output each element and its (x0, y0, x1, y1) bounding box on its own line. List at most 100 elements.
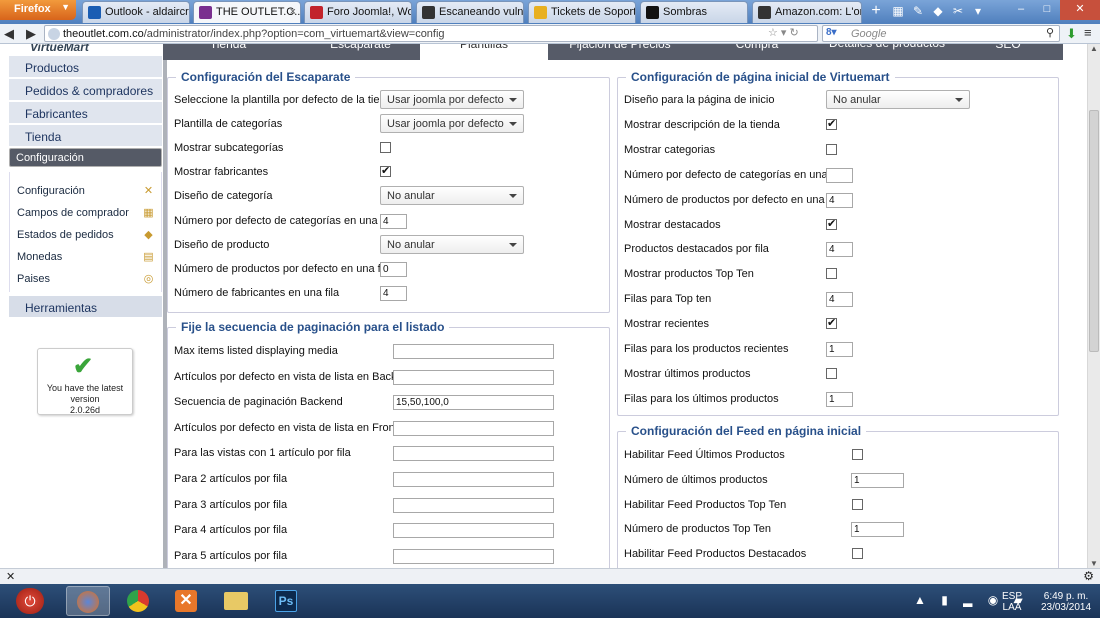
feed-input[interactable]: 1 (851, 522, 904, 538)
sidebar-item-fabricantes[interactable]: Fabricantes (9, 102, 162, 124)
submenu-item-paises[interactable]: Paises ◎ (9, 268, 162, 290)
inicio-checkbox[interactable]: ✔ (826, 218, 837, 230)
sidebar-item-productos[interactable]: Productos (9, 56, 162, 78)
browser-tab[interactable]: Escaneando vulner... (416, 1, 524, 23)
paginacion-input[interactable] (393, 369, 554, 385)
escaparate-select[interactable]: Usar joomla por defecto (380, 114, 524, 133)
escaparate-input[interactable]: 0 (380, 262, 407, 277)
back-arrow-icon[interactable]: ◀ (4, 26, 14, 42)
scrollbar-thumb[interactable] (1089, 110, 1099, 352)
firefox-menu-button[interactable]: Firefox ▼ (0, 0, 76, 20)
vertical-scrollbar[interactable]: ▲ ▼ (1087, 44, 1100, 568)
escaparate-checkbox[interactable]: ✔ (380, 166, 391, 177)
google-icon[interactable]: 8▾ (826, 27, 846, 40)
inicio-checkbox[interactable] (826, 268, 837, 280)
browser-tab[interactable]: Sombras (640, 1, 748, 23)
addon-4-icon[interactable]: ▾ (970, 4, 986, 20)
tab-seo[interactable]: SEO (953, 44, 1063, 60)
search-icon[interactable]: ⚲ (1046, 26, 1054, 39)
inicio-input[interactable]: 1 (826, 391, 853, 407)
escaparate-select[interactable]: No anular (380, 186, 524, 205)
feed-input[interactable]: 1 (851, 472, 904, 488)
photoshop-icon[interactable]: Ps (264, 586, 308, 616)
tab-plantillas[interactable]: Plantillas (420, 44, 548, 60)
firefox-icon[interactable] (66, 586, 110, 616)
sidebar-item-herramientas[interactable]: Herramientas (9, 296, 162, 318)
submenu-item-campos-de-comprador[interactable]: Campos de comprador ▦ (9, 202, 162, 224)
paginacion-input[interactable]: 15,50,100,0 (393, 395, 554, 411)
explorer-icon[interactable] (214, 586, 258, 616)
browser-tab[interactable]: Amazon.com: L'ore... (752, 1, 862, 23)
download-icon[interactable]: ⬇ (1066, 26, 1077, 42)
status-bar: ✕ ⚙ (0, 568, 1100, 584)
inicio-input[interactable]: 4 (826, 292, 853, 308)
escaparate-input[interactable]: 4 (380, 286, 407, 301)
close-addon-bar-icon[interactable]: ✕ (6, 570, 15, 583)
maximize-button[interactable]: □ (1034, 0, 1060, 20)
escaparate-select[interactable]: Usar joomla por defecto (380, 90, 524, 109)
browser-tab[interactable]: Outlook - aldaircre... (82, 1, 190, 23)
forward-arrow-icon[interactable]: ▶ (26, 26, 36, 42)
tab-fijaci-n-de-precios[interactable]: Fijación de Precios (549, 44, 691, 60)
tab-groups-icon[interactable]: ▦ (890, 4, 906, 20)
paginacion-input[interactable] (393, 523, 554, 539)
tab-escaparate[interactable]: Escaparate (303, 44, 418, 60)
url-bar[interactable]: theoutlet.com.co/administrator/index.php… (44, 25, 818, 42)
feed-checkbox[interactable] (852, 498, 863, 510)
browser-tab[interactable]: THE OUTLET.C... × (193, 1, 301, 23)
language-indicator[interactable]: ESP LAA (1002, 591, 1022, 613)
scroll-up-icon[interactable]: ▲ (1090, 44, 1098, 53)
submenu-item-configuraci-n[interactable]: Configuración ✕ (9, 180, 162, 202)
addon-2-icon[interactable]: ◆ (930, 4, 946, 20)
tab-detalles-de-productos[interactable]: Detalles de productos (823, 44, 951, 60)
close-tab-icon[interactable]: × (290, 6, 296, 18)
submenu-item-estados-de-pedidos[interactable]: Estados de pedidos ◆ (9, 224, 162, 246)
tab-tienda[interactable]: Tienda (163, 44, 293, 60)
scroll-down-icon[interactable]: ▼ (1090, 559, 1098, 568)
escaparate-checkbox[interactable] (380, 142, 391, 153)
search-placeholder: Google (851, 28, 887, 40)
tab-label: Sombras (663, 6, 708, 18)
search-input[interactable]: 8▾ Google ⚲ (822, 25, 1060, 42)
inicio-input[interactable] (826, 167, 853, 183)
menu-icon[interactable]: ≡ (1084, 25, 1092, 40)
inicio-checkbox[interactable] (826, 367, 837, 379)
sidebar-item-pedidos-compradores[interactable]: Pedidos & compradores (9, 79, 162, 101)
inicio-input[interactable]: 4 (826, 242, 853, 258)
minimize-button[interactable]: – (1008, 0, 1034, 20)
sidebar-item-tienda[interactable]: Tienda (9, 125, 162, 147)
feed-checkbox[interactable] (852, 548, 863, 560)
tab-compra[interactable]: Compra (693, 44, 821, 60)
feed-checkbox[interactable] (852, 449, 863, 460)
paginacion-input[interactable] (393, 548, 554, 564)
sidebar-item-configuraci-n[interactable]: Configuración (9, 148, 162, 167)
inicio-checkbox[interactable]: ✔ (826, 318, 837, 330)
addon-icon[interactable]: ✎ (910, 4, 926, 20)
bookmark-star-icon[interactable]: ☆ ▾ ↻ (768, 26, 799, 39)
inicio-checkbox[interactable] (826, 143, 837, 155)
escaparate-input[interactable]: 4 (380, 214, 407, 229)
site-identity-icon[interactable] (48, 28, 60, 40)
inicio-select[interactable]: No anular (826, 90, 970, 109)
paginacion-input[interactable] (393, 446, 554, 462)
inicio-input[interactable]: 1 (826, 342, 853, 357)
xampp-icon[interactable]: ✕ (164, 586, 208, 616)
inicio-input[interactable]: 4 (826, 192, 853, 208)
new-tab-button[interactable]: + (866, 3, 886, 21)
paginacion-input[interactable] (393, 472, 554, 487)
clock[interactable]: 6:49 p. m. 23/03/2014 (1036, 591, 1096, 613)
browser-tab[interactable]: Tickets de Soporte ... (528, 1, 636, 23)
close-window-button[interactable]: ✕ (1060, 0, 1100, 20)
paginacion-input[interactable] (393, 497, 554, 513)
firefox-label: Firefox (14, 3, 51, 15)
escaparate-select[interactable]: No anular (380, 235, 524, 254)
paginacion-input[interactable] (393, 344, 554, 359)
chrome-icon[interactable] (116, 586, 160, 616)
browser-tab[interactable]: Foro Joomla!, Word... (304, 1, 412, 23)
paginacion-input[interactable] (393, 420, 554, 436)
power-icon[interactable]: ⏻ (16, 588, 44, 614)
addon-3-icon[interactable]: ✂ (950, 4, 966, 20)
submenu-item-monedas[interactable]: Monedas ▤ (9, 246, 162, 268)
inicio-checkbox[interactable]: ✔ (826, 118, 837, 130)
inicio-row-label: Filas para Top ten (624, 293, 712, 306)
